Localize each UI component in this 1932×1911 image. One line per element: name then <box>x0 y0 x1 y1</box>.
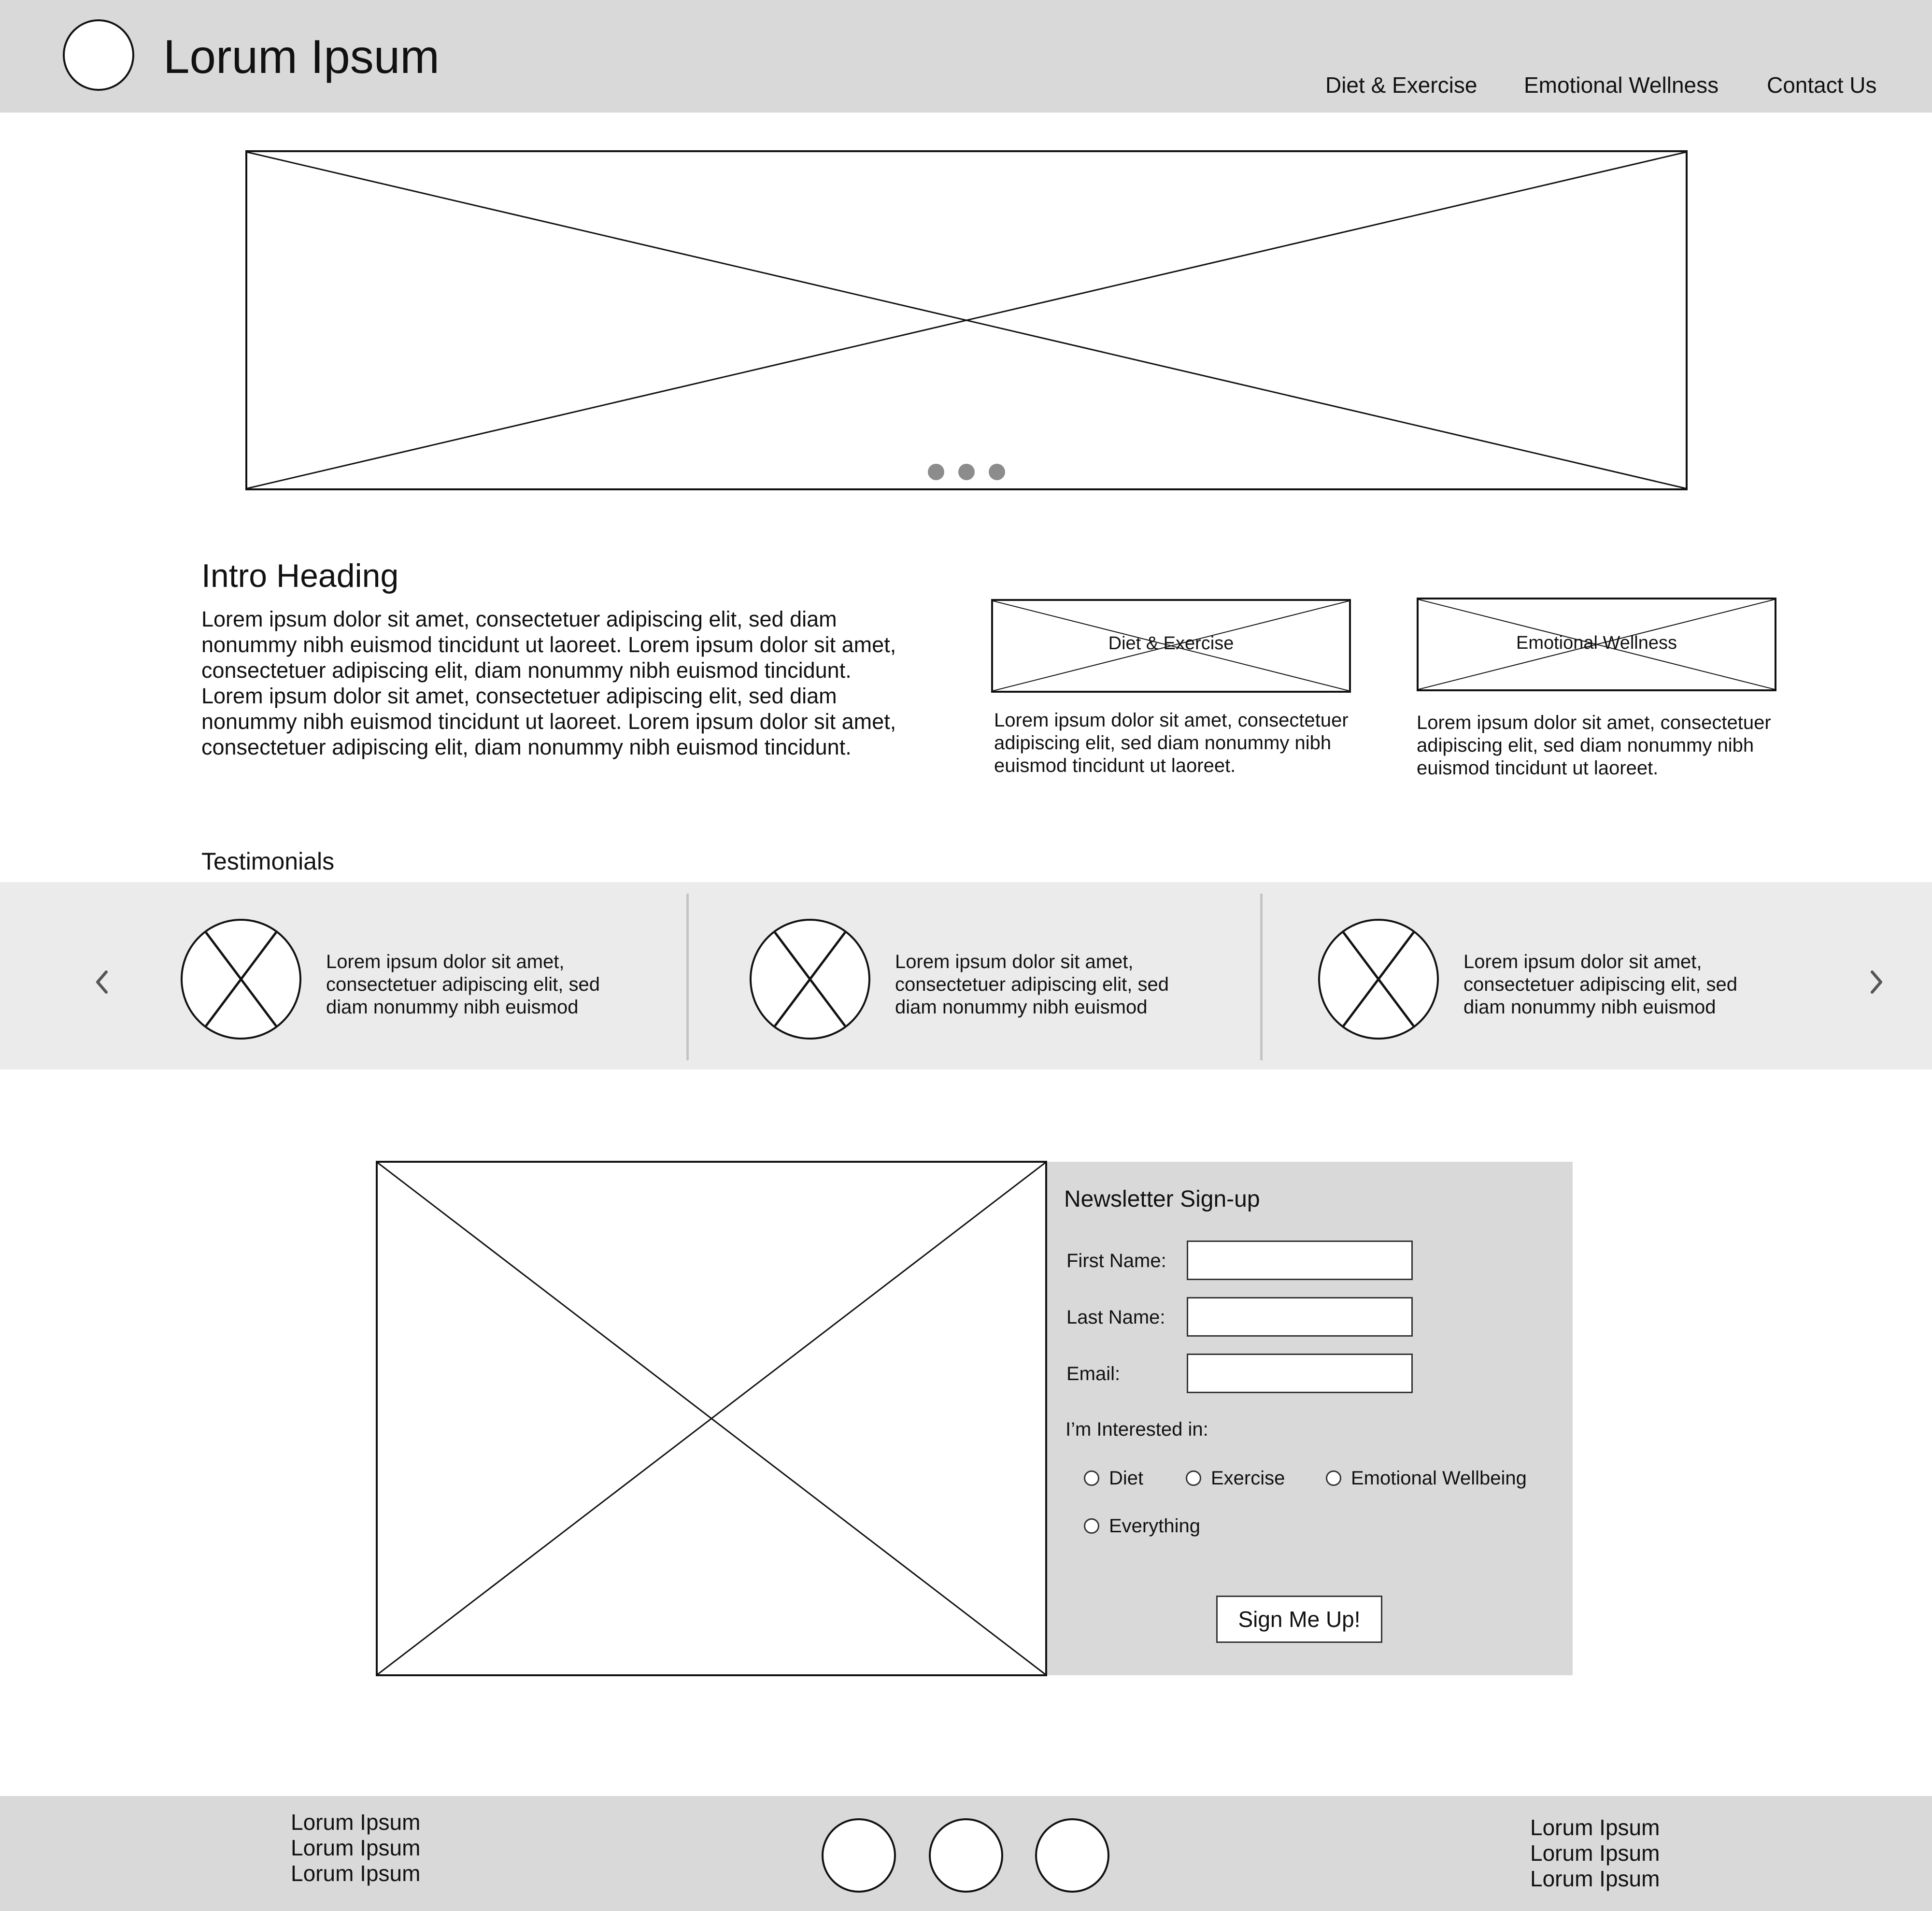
image-placeholder-icon <box>378 1163 1045 1674</box>
radio-label: Everything <box>1109 1515 1200 1537</box>
intro-heading: Intro Heading <box>201 557 399 594</box>
radio-everything[interactable]: Everything <box>1084 1514 1200 1538</box>
footer-links-left: Lorum Ipsum Lorum Ipsum Lorum Ipsum <box>291 1810 420 1886</box>
nav-emotional-wellness[interactable]: Emotional Wellness <box>1524 72 1719 98</box>
avatar <box>1318 919 1439 1040</box>
chevron-left-icon[interactable] <box>92 965 111 999</box>
nav-diet-exercise[interactable]: Diet & Exercise <box>1325 72 1477 98</box>
radio-label: Exercise <box>1211 1468 1285 1489</box>
site-title[interactable]: Lorum Ipsum <box>163 30 440 83</box>
radio-exercise[interactable]: Exercise <box>1186 1467 1285 1490</box>
hero-image-placeholder <box>245 150 1688 490</box>
avatar-placeholder-icon <box>205 931 277 1027</box>
avatar-placeholder-icon <box>1342 931 1415 1027</box>
social-icon[interactable] <box>822 1818 896 1893</box>
intro-body: Lorem ipsum dolor sit amet, consectetuer… <box>201 607 896 759</box>
footer-link[interactable]: Lorum Ipsum <box>291 1861 420 1886</box>
avatar <box>181 919 301 1040</box>
radio-diet[interactable]: Diet <box>1084 1467 1143 1490</box>
nav-contact-us[interactable]: Contact Us <box>1767 72 1877 98</box>
feature-text: Lorem ipsum dolor sit amet, consectetuer… <box>994 710 1349 776</box>
feature-label: Emotional Wellness <box>1516 633 1677 653</box>
carousel-dot-2[interactable] <box>958 464 975 480</box>
newsletter-image-placeholder <box>376 1161 1047 1676</box>
carousel-dot-1[interactable] <box>928 464 944 480</box>
last-name-input[interactable] <box>1187 1297 1413 1337</box>
feature-card-diet-exercise[interactable]: Diet & Exercise <box>991 599 1351 693</box>
newsletter-title: Newsletter Sign-up <box>1064 1186 1260 1212</box>
radio-label: Emotional Wellbeing <box>1351 1468 1527 1489</box>
logo[interactable] <box>63 19 134 91</box>
avatar-placeholder-icon <box>774 931 846 1027</box>
footer-link[interactable]: Lorum Ipsum <box>291 1835 420 1861</box>
feature-label: Diet & Exercise <box>1108 633 1234 654</box>
avatar <box>750 919 870 1040</box>
feature-text: Lorem ipsum dolor sit amet, consectetuer… <box>1417 712 1771 779</box>
radio-label: Diet <box>1109 1468 1144 1489</box>
image-placeholder-icon <box>247 152 1686 488</box>
testimonial-text: Lorem ipsum dolor sit amet, consectetuer… <box>1463 951 1737 1018</box>
radio-button[interactable] <box>1084 1470 1099 1486</box>
radio-button[interactable] <box>1326 1470 1341 1486</box>
email-label: Email: <box>1066 1363 1121 1384</box>
testimonial-text: Lorem ipsum dolor sit amet, consectetuer… <box>326 951 600 1018</box>
sign-up-button[interactable]: Sign Me Up! <box>1216 1596 1382 1643</box>
social-icon[interactable] <box>929 1818 1003 1893</box>
social-icon[interactable] <box>1035 1818 1109 1893</box>
feature-card-emotional-wellness[interactable]: Emotional Wellness <box>1417 598 1776 691</box>
radio-button[interactable] <box>1186 1470 1201 1486</box>
footer-links-right: Lorum Ipsum Lorum Ipsum Lorum Ipsum <box>1530 1815 1660 1892</box>
divider <box>686 894 689 1060</box>
divider <box>1260 894 1263 1060</box>
email-input[interactable] <box>1187 1354 1413 1393</box>
carousel-dot-3[interactable] <box>989 464 1005 480</box>
interest-label: I’m Interested in: <box>1065 1419 1208 1440</box>
footer-link[interactable]: Lorum Ipsum <box>291 1810 420 1835</box>
radio-button[interactable] <box>1084 1518 1099 1534</box>
footer-link[interactable]: Lorum Ipsum <box>1530 1815 1660 1840</box>
radio-emotional-wellbeing[interactable]: Emotional Wellbeing <box>1326 1467 1527 1490</box>
footer-link[interactable]: Lorum Ipsum <box>1530 1866 1660 1892</box>
chevron-right-icon[interactable] <box>1867 965 1887 999</box>
first-name-input[interactable] <box>1187 1241 1413 1280</box>
first-name-label: First Name: <box>1066 1250 1166 1271</box>
footer-link[interactable]: Lorum Ipsum <box>1530 1840 1660 1866</box>
testimonial-text: Lorem ipsum dolor sit amet, consectetuer… <box>895 951 1169 1018</box>
last-name-label: Last Name: <box>1066 1307 1165 1328</box>
testimonials-title: Testimonials <box>201 848 335 875</box>
